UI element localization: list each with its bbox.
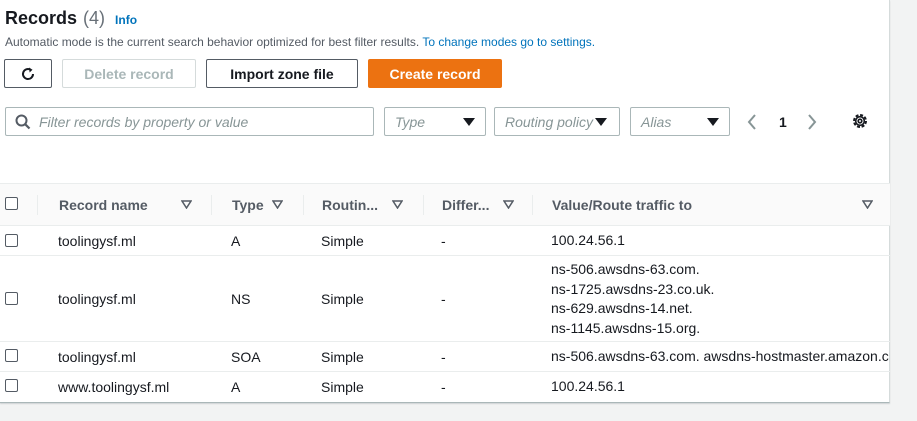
records-panel: Records (4) Info Automatic mode is the c…	[0, 0, 890, 403]
differentiator-cell: -	[441, 291, 446, 307]
column-divider	[37, 195, 38, 215]
create-record-button[interactable]: Create record	[368, 59, 502, 88]
alias-filter-select[interactable]: Alias	[630, 107, 730, 136]
column-header-value[interactable]: Value/Route traffic to	[552, 184, 882, 225]
table-row[interactable]: toolingysf.ml NS Simple - ns-506.awsdns-…	[0, 256, 890, 342]
sort-triangle-icon	[181, 200, 192, 209]
routing-policy-filter-select[interactable]: Routing policy	[494, 107, 620, 136]
row-checkbox[interactable]	[5, 234, 18, 247]
caret-down-icon	[595, 117, 607, 126]
chevron-left-icon	[747, 113, 756, 130]
import-zone-file-button[interactable]: Import zone file	[206, 59, 358, 88]
routing-cell: Simple	[321, 233, 364, 249]
refresh-button[interactable]	[4, 59, 52, 88]
description-text: Automatic mode is the current search beh…	[5, 35, 420, 49]
value-cell: 100.24.56.1	[551, 231, 890, 251]
differentiator-cell: -	[441, 379, 446, 395]
search-input[interactable]: Filter records by property or value	[5, 107, 374, 136]
table-row[interactable]: www.toolingysf.ml A Simple - 100.24.56.1	[0, 372, 890, 402]
search-mode-description: Automatic mode is the current search beh…	[5, 35, 595, 49]
column-header-type[interactable]: Type	[232, 184, 302, 225]
chevron-right-icon	[808, 113, 817, 130]
sort-triangle-icon	[272, 200, 283, 209]
routing-cell: Simple	[321, 379, 364, 395]
row-checkbox[interactable]	[5, 292, 18, 305]
current-page-number[interactable]: 1	[779, 107, 787, 136]
gear-icon	[853, 114, 867, 128]
value-cell: 100.24.56.1	[551, 377, 890, 397]
record-name-cell: www.toolingysf.ml	[58, 379, 170, 395]
table-row[interactable]: toolingysf.ml SOA Simple - ns-506.awsdns…	[0, 342, 890, 372]
value-line: ns-629.awsdns-14.net.	[551, 300, 693, 316]
type-cell: SOA	[231, 349, 261, 365]
column-header-record-name[interactable]: Record name	[59, 184, 209, 225]
select-all-checkbox[interactable]	[5, 197, 18, 210]
column-label: Record name	[59, 196, 148, 213]
refresh-icon	[22, 67, 35, 80]
record-name-cell: toolingysf.ml	[58, 291, 136, 307]
column-label: Differ...	[442, 196, 490, 213]
sort-triangle-icon	[392, 200, 403, 209]
type-filter-placeholder: Type	[395, 113, 426, 130]
search-icon	[15, 114, 31, 129]
differentiator-cell: -	[441, 349, 446, 365]
type-cell: NS	[231, 291, 251, 307]
table-row[interactable]: toolingysf.ml A Simple - 100.24.56.1	[0, 226, 890, 256]
column-divider	[211, 195, 212, 215]
value-cell: ns-506.awsdns-63.com. ns-1725.awsdns-23.…	[551, 260, 890, 338]
page-title: Records	[5, 8, 78, 28]
search-placeholder: Filter records by property or value	[39, 113, 249, 130]
info-link[interactable]: Info	[115, 13, 137, 27]
type-cell: A	[231, 233, 241, 249]
row-checkbox[interactable]	[5, 379, 18, 392]
column-divider	[532, 195, 533, 215]
value-line: ns-1725.awsdns-23.co.uk.	[551, 280, 715, 297]
row-checkbox[interactable]	[5, 349, 18, 362]
routing-cell: Simple	[321, 291, 364, 307]
column-header-differentiator[interactable]: Differ...	[442, 184, 532, 225]
record-name-cell: toolingysf.ml	[58, 233, 136, 249]
records-count: (4)	[83, 8, 106, 28]
caret-down-icon	[707, 117, 719, 126]
value-line: ns-506.awsdns-63.com.	[551, 261, 700, 277]
change-modes-link[interactable]: To change modes go to settings.	[422, 35, 595, 49]
sort-triangle-icon	[503, 200, 514, 209]
column-divider	[423, 195, 424, 215]
record-name-cell: toolingysf.ml	[58, 349, 136, 365]
routing-cell: Simple	[321, 349, 364, 365]
differentiator-cell: -	[441, 233, 446, 249]
column-label: Value/Route traffic to	[552, 196, 693, 213]
column-label: Routin...	[322, 196, 378, 213]
type-filter-select[interactable]: Type	[384, 107, 486, 136]
column-divider	[303, 195, 304, 215]
column-label: Type	[232, 196, 264, 213]
preferences-button[interactable]	[851, 112, 869, 135]
type-cell: A	[231, 379, 241, 395]
caret-down-icon	[463, 117, 475, 126]
value-line: 100.24.56.1	[551, 232, 625, 248]
table-header: Record name Type Routin... Differ... Val…	[0, 183, 890, 226]
delete-record-button[interactable]: Delete record	[62, 59, 196, 88]
routing-filter-placeholder: Routing policy	[505, 113, 593, 130]
previous-page-button[interactable]	[746, 107, 758, 136]
value-line: ns-506.awsdns-63.com. awsdns-hostmaster.…	[551, 348, 889, 364]
value-line: 100.24.56.1	[551, 378, 625, 394]
sort-triangle-icon	[862, 200, 873, 209]
value-line: ns-1145.awsdns-15.org.	[551, 319, 701, 336]
alias-filter-placeholder: Alias	[641, 113, 672, 130]
next-page-button[interactable]	[806, 107, 818, 136]
value-cell: ns-506.awsdns-63.com. awsdns-hostmaster.…	[551, 347, 890, 367]
column-header-routing-policy[interactable]: Routin...	[322, 184, 422, 225]
records-header: Records (4) Info	[5, 8, 137, 29]
